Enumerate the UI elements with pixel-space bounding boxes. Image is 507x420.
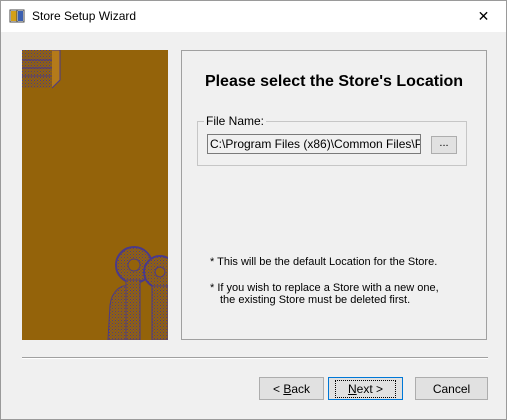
replace-store-note-line1: * If you wish to replace a Store with a … xyxy=(210,282,439,294)
content-panel: Please select the Store's Location File … xyxy=(181,50,487,340)
close-button[interactable]: ✕ xyxy=(461,1,506,32)
next-button-label: Next > xyxy=(334,379,397,398)
file-name-group: File Name: C:\Program Files (x86)\Common… xyxy=(197,114,467,166)
default-location-note: * This will be the default Location for … xyxy=(210,256,438,268)
file-name-label: File Name: xyxy=(204,114,267,128)
back-button[interactable]: < Back xyxy=(259,377,324,400)
page-heading: Please select the Store's Location xyxy=(204,73,464,90)
wizard-app-icon xyxy=(9,8,25,24)
replace-store-note: * If you wish to replace a Store with a … xyxy=(210,282,460,306)
close-icon: ✕ xyxy=(477,8,490,24)
book-image xyxy=(22,50,61,89)
back-button-label: < Back xyxy=(272,381,311,396)
browse-button[interactable]: ... xyxy=(431,136,457,154)
keys-image xyxy=(107,246,168,340)
replace-store-note-line2: the existing Store must be deleted first… xyxy=(220,294,411,306)
wizard-artwork xyxy=(22,50,168,340)
cancel-button[interactable]: Cancel xyxy=(415,377,488,400)
window-title: Store Setup Wizard xyxy=(32,9,137,23)
title-bar: Store Setup Wizard ✕ xyxy=(1,1,506,32)
footer-divider xyxy=(22,357,488,359)
wizard-window: Store Setup Wizard ✕ Please select the S… xyxy=(0,0,507,420)
file-path-field[interactable]: C:\Program Files (x86)\Common Files\PKI\… xyxy=(207,134,421,154)
next-button[interactable]: Next > xyxy=(328,377,403,400)
